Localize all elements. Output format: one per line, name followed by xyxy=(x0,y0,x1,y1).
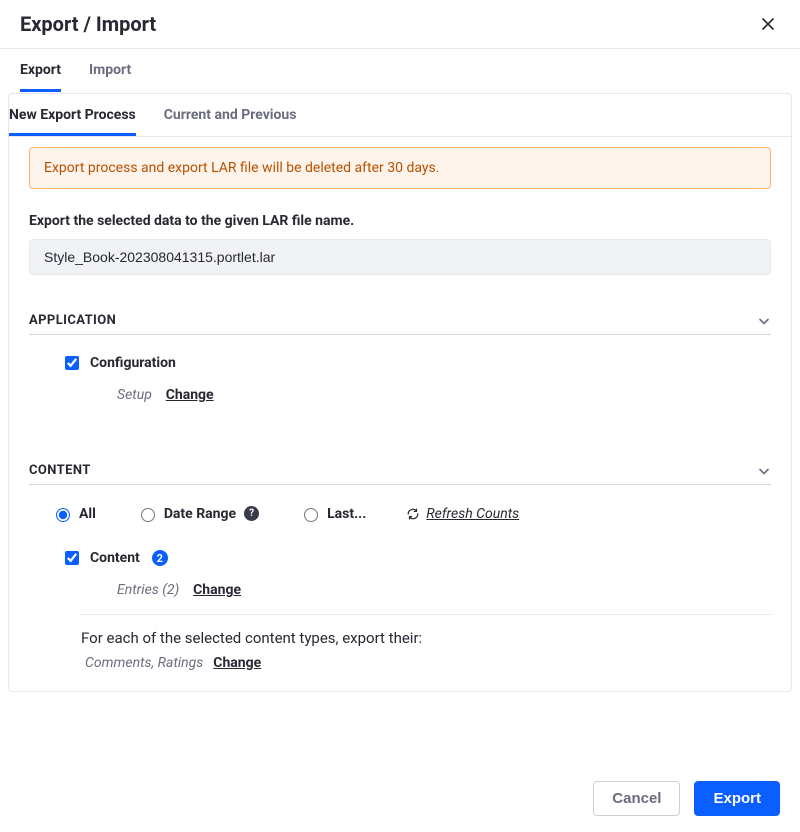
content-types-note: For each of the selected content types, … xyxy=(81,629,771,647)
application-section-header[interactable]: APPLICATION xyxy=(29,313,771,335)
content-scope-radios: All Date Range ? Last... xyxy=(29,505,771,522)
radio-all-wrap: All xyxy=(51,505,96,522)
export-import-modal: Export / Import Export Import New Export… xyxy=(0,0,800,832)
chevron-down-icon xyxy=(757,464,771,478)
application-section-title: APPLICATION xyxy=(29,313,116,328)
modal-footer: Cancel Export xyxy=(0,766,800,832)
content-item-row: Content 2 xyxy=(29,548,771,568)
entries-label: Entries (2) xyxy=(117,582,179,598)
content-count-badge: 2 xyxy=(152,550,168,566)
radio-last[interactable] xyxy=(304,508,318,522)
radio-date-range-wrap: Date Range ? xyxy=(136,505,259,522)
radio-all[interactable] xyxy=(56,508,70,522)
help-icon[interactable]: ? xyxy=(244,506,259,521)
setup-label: Setup xyxy=(117,387,152,403)
modal-body: New Export Process Current and Previous … xyxy=(0,93,800,766)
export-panel: New Export Process Current and Previous … xyxy=(8,93,792,692)
content-entries-row: Entries (2) Change xyxy=(29,582,771,598)
radio-date-range[interactable] xyxy=(141,508,155,522)
modal-header: Export / Import xyxy=(0,0,800,49)
chevron-down-icon xyxy=(757,314,771,328)
tab-current-and-previous[interactable]: Current and Previous xyxy=(164,94,297,136)
configuration-label: Configuration xyxy=(90,355,176,371)
close-button[interactable] xyxy=(756,12,780,36)
modal-title: Export / Import xyxy=(20,12,156,36)
entries-change-link[interactable]: Change xyxy=(193,582,241,598)
refresh-counts-label: Refresh Counts xyxy=(426,506,519,522)
deletion-warning-alert: Export process and export LAR file will … xyxy=(29,147,771,189)
tab-export[interactable]: Export xyxy=(20,49,61,92)
content-label: Content xyxy=(90,550,140,566)
content-section-header[interactable]: CONTENT xyxy=(29,463,771,485)
radio-date-range-label: Date Range xyxy=(164,506,236,522)
radio-all-label: All xyxy=(79,506,96,522)
secondary-tabs: New Export Process Current and Previous xyxy=(9,94,791,137)
filename-label: Export the selected data to the given LA… xyxy=(29,213,771,229)
radio-last-label: Last... xyxy=(327,506,366,522)
content-types-values-row: Comments, Ratings Change xyxy=(85,655,771,671)
tab-import[interactable]: Import xyxy=(89,49,131,92)
tab-new-export-process[interactable]: New Export Process xyxy=(9,94,136,136)
content-types-change-link[interactable]: Change xyxy=(213,655,261,671)
content-section-title: CONTENT xyxy=(29,463,91,478)
close-icon xyxy=(760,16,776,32)
content-checkbox[interactable] xyxy=(65,551,79,565)
content-divider xyxy=(81,614,771,615)
configuration-setup-row: Setup Change xyxy=(29,387,771,403)
cancel-button[interactable]: Cancel xyxy=(593,781,680,816)
filename-input[interactable] xyxy=(29,239,771,275)
export-button[interactable]: Export xyxy=(694,781,780,816)
refresh-icon xyxy=(406,507,420,521)
configuration-row: Configuration xyxy=(29,353,771,373)
configuration-checkbox[interactable] xyxy=(65,356,79,370)
refresh-counts-link[interactable]: Refresh Counts xyxy=(406,506,519,522)
primary-tabs: Export Import xyxy=(0,49,800,93)
setup-change-link[interactable]: Change xyxy=(166,387,214,403)
radio-last-wrap: Last... xyxy=(299,505,366,522)
content-types-values: Comments, Ratings xyxy=(85,655,203,671)
